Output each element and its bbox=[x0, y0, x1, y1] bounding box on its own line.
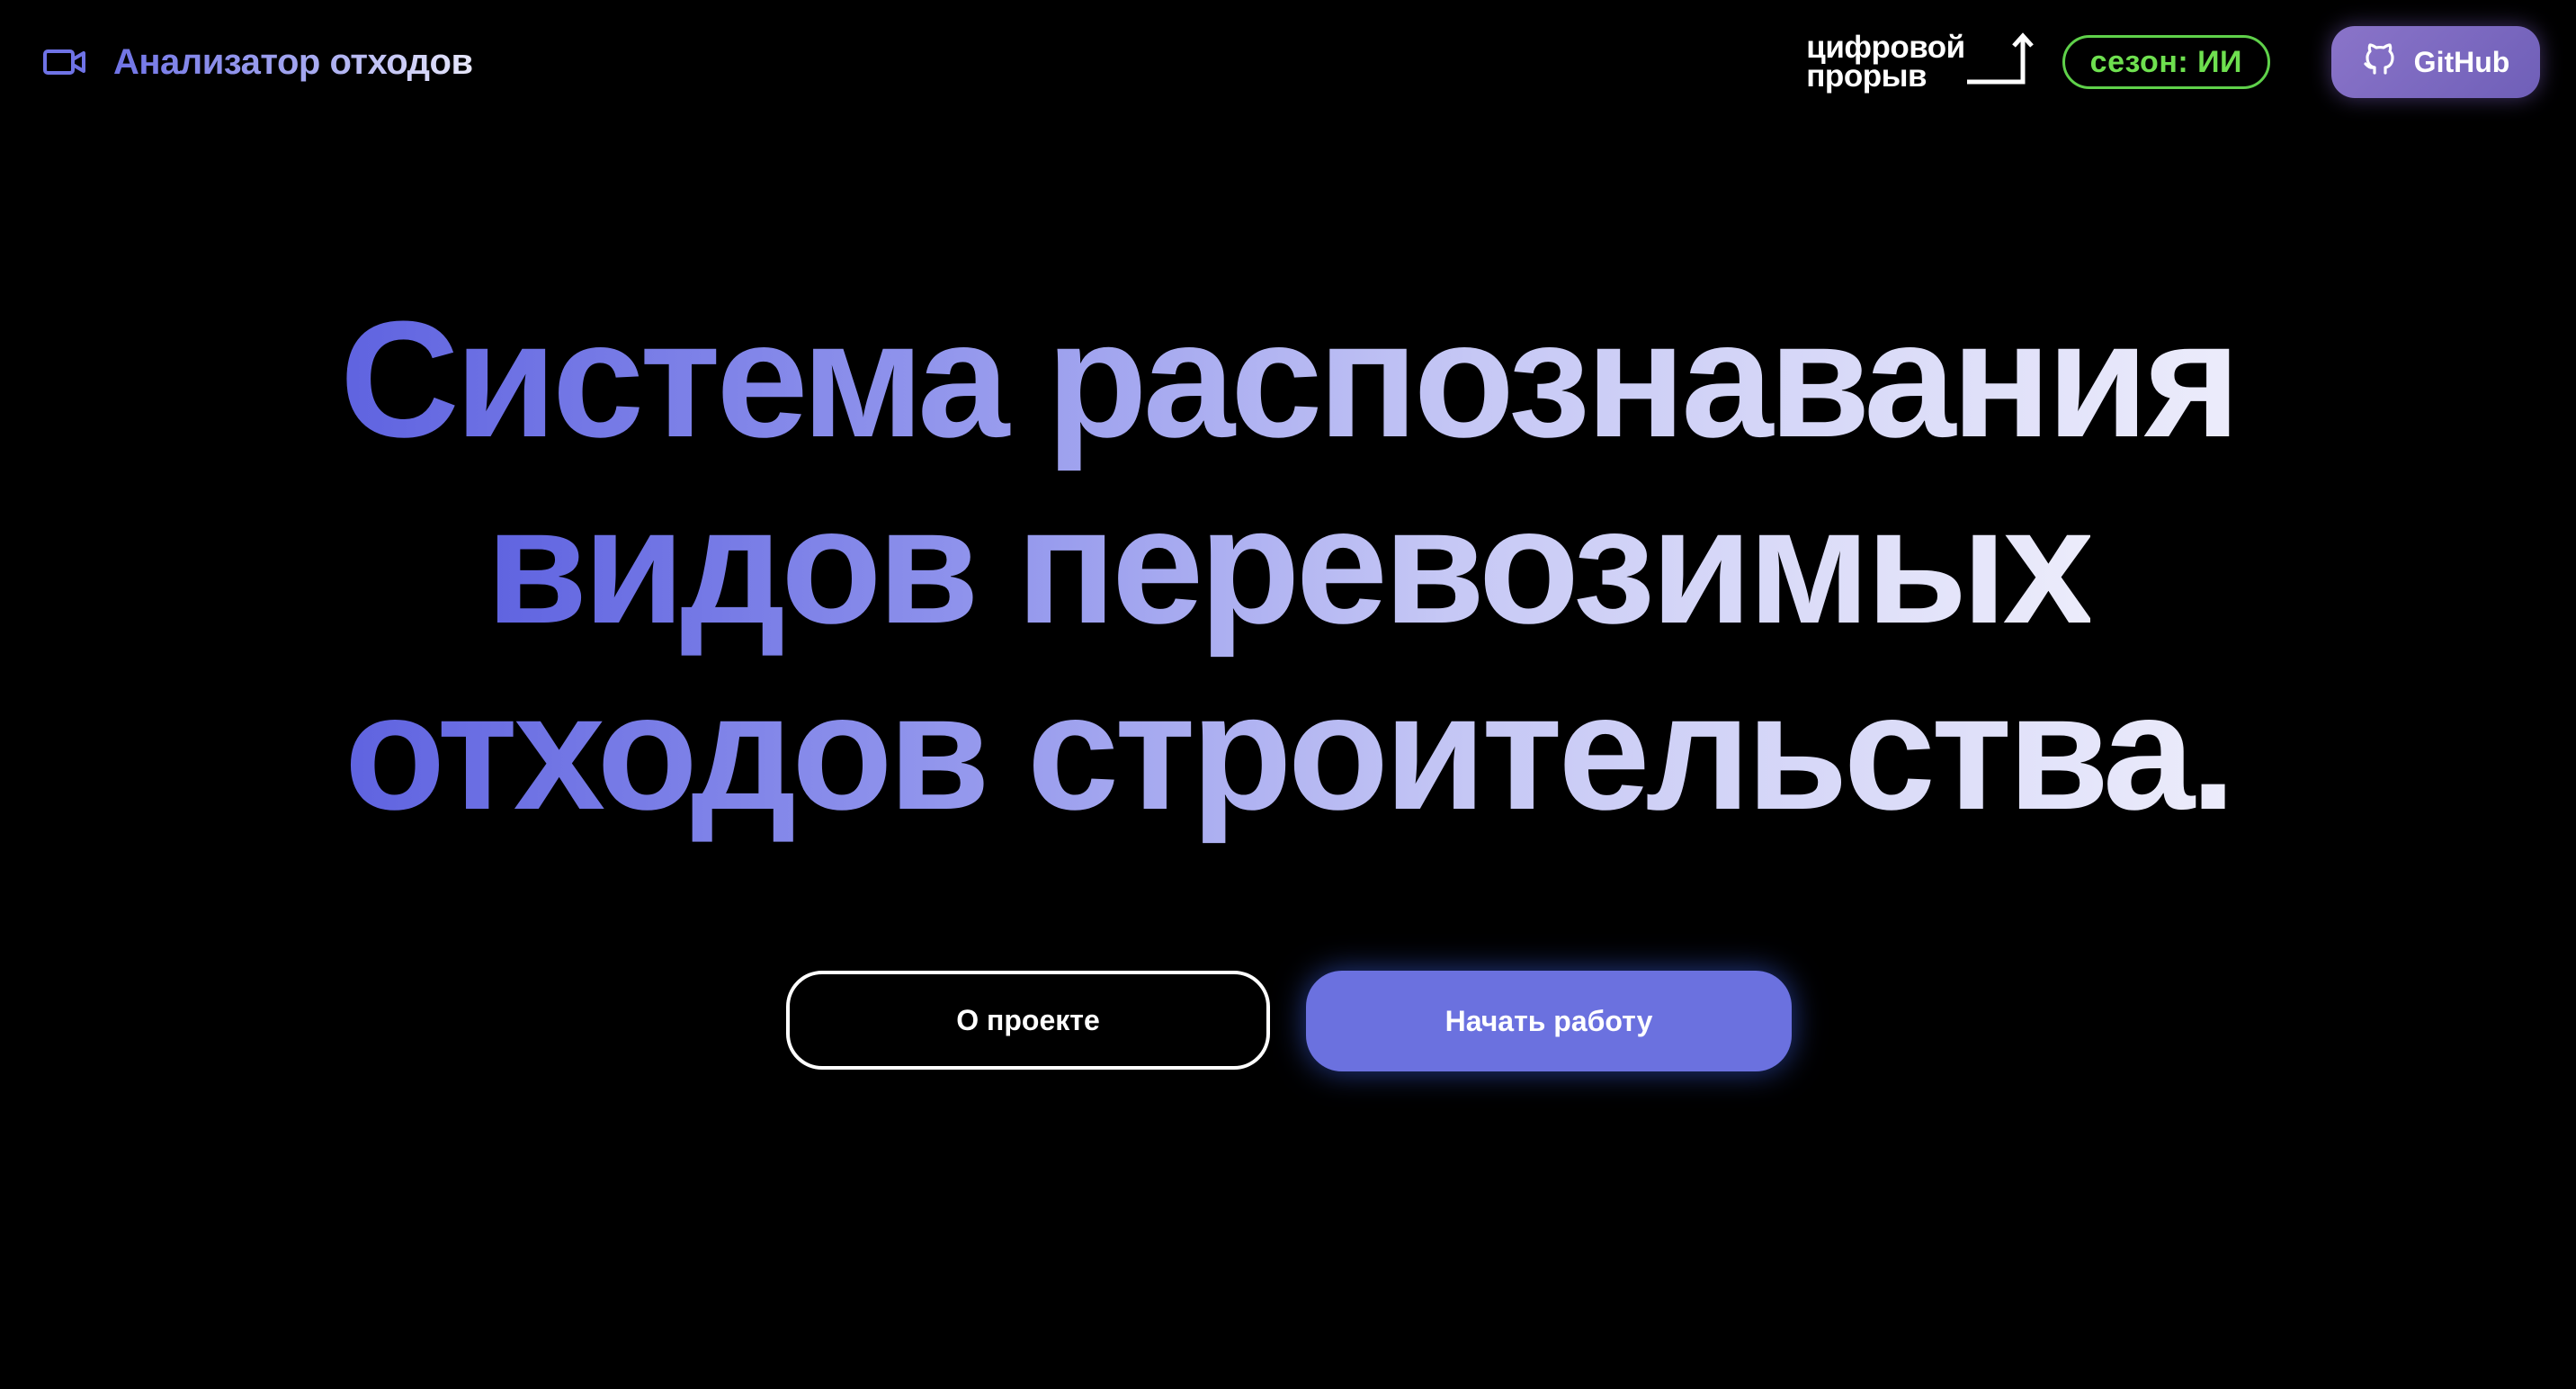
github-button[interactable]: GitHub bbox=[2331, 26, 2540, 98]
hero-line-1: Система распознавания bbox=[339, 286, 2241, 471]
brand[interactable]: Анализатор отходов bbox=[43, 38, 473, 86]
hero-headline: Система распознавания видов перевозимых … bbox=[0, 286, 2576, 845]
partner-logo[interactable]: цифровой прорыв bbox=[1806, 31, 2040, 94]
hero-line-2: видов перевозимых bbox=[486, 472, 2095, 658]
arrow-up-icon bbox=[1963, 31, 2041, 94]
start-work-button[interactable]: Начать работу bbox=[1306, 971, 1792, 1071]
video-camera-icon bbox=[43, 49, 86, 76]
season-badge[interactable]: сезон: ИИ bbox=[2062, 35, 2270, 89]
partner-logo-line2: прорыв bbox=[1806, 58, 1927, 94]
landing-page: Анализатор отходов цифровой прорыв сезон… bbox=[0, 0, 2576, 1389]
about-project-button[interactable]: О проекте bbox=[786, 971, 1270, 1070]
hero-line-3: отходов строительства. bbox=[344, 659, 2236, 844]
header-right: цифровой прорыв сезон: ИИ GitHub bbox=[1806, 25, 2540, 99]
app-title: Анализатор отходов bbox=[113, 41, 473, 82]
partner-logo-text: цифровой прорыв bbox=[1806, 31, 1965, 94]
github-button-label: GitHub bbox=[2413, 45, 2510, 78]
hero-actions: О проекте Начать работу bbox=[786, 971, 1792, 1071]
github-icon bbox=[2362, 40, 2398, 84]
